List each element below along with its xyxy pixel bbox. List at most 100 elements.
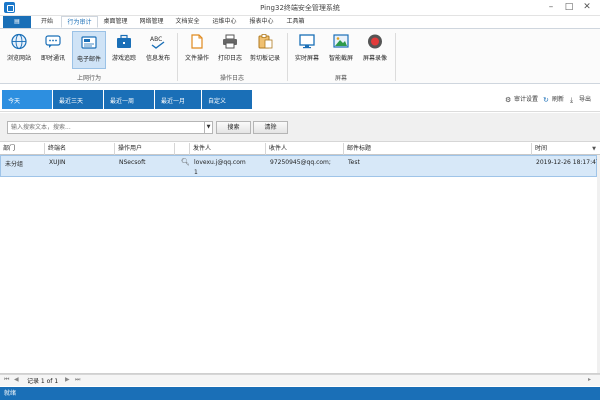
smart-screenshot-label: 智能截屏 — [328, 55, 353, 62]
browse-website-button[interactable]: 浏览网站 — [4, 31, 34, 69]
first-page-icon[interactable]: ⏮ — [4, 376, 9, 384]
file-operation-label: 文件操作 — [184, 55, 209, 62]
chevron-down-icon[interactable]: ▼ — [204, 121, 213, 134]
group-separator — [177, 33, 178, 81]
status-bar: 就绪 — [0, 387, 600, 400]
export-icon: ⤓ — [570, 96, 574, 104]
filter-last-week[interactable]: 最近一周 — [104, 90, 154, 109]
printer-icon — [223, 34, 237, 49]
settings-icon: ⚙ — [505, 96, 512, 104]
cell-terminal: XUJIN — [49, 159, 66, 166]
table-row[interactable]: 未分组 XUJIN NSecsoft 🔍︎ 1 lovexu.j@qq.com … — [0, 155, 600, 177]
tab-network-management[interactable]: 网络管理 — [135, 16, 168, 28]
tab-ops-center[interactable]: 运维中心 — [208, 16, 241, 28]
pager: ⏮ ◀ 记录 1 of 1 ▶ ⏭ ▸ — [0, 374, 600, 386]
tab-document-security[interactable]: 文档安全 — [171, 16, 204, 28]
info-publish-label: 信息发布 — [145, 55, 170, 62]
cell-recipient: 97250945@qq.com; — [270, 159, 331, 166]
info-publish-button[interactable]: ABC 信息发布 — [142, 31, 174, 69]
cell-subject: Test — [348, 159, 360, 166]
filter-last-month[interactable]: 最近一月 — [155, 90, 201, 109]
search-panel: ▼ 搜索 清除 — [0, 113, 600, 142]
tab-desktop-management[interactable]: 桌面管理 — [99, 16, 132, 28]
last-page-icon[interactable]: ⏭ — [75, 376, 80, 384]
export-button[interactable]: ⤓ 导出 — [570, 94, 591, 104]
refresh-label: 刷新 — [552, 96, 565, 103]
cell-time: 2019-12-26 18:17:47 — [536, 159, 600, 166]
window-title: Ping32终端安全管理系统 — [260, 4, 340, 12]
group-label-operation-log: 操作日志 — [219, 75, 244, 82]
column-header-sender[interactable]: 发件人 — [190, 143, 266, 155]
svg-text:ABC: ABC — [150, 36, 162, 43]
game-tracking-label: 游戏追踪 — [111, 55, 136, 62]
group-label-web-behavior: 上网行为 — [76, 75, 101, 82]
globe-icon — [11, 33, 27, 50]
record-icon — [368, 34, 382, 49]
filter-last-three-days[interactable]: 最近三天 — [53, 90, 103, 109]
column-header-time-label: 时间 — [535, 145, 548, 152]
filter-custom[interactable]: 自定义 — [202, 90, 252, 109]
email-button[interactable]: 电子邮件 — [72, 31, 106, 69]
cell-attach-count: 1 — [194, 169, 198, 176]
smart-screenshot-button[interactable]: 智能截屏 — [325, 31, 357, 69]
print-log-button[interactable]: 打印日志 — [215, 31, 245, 69]
scroll-right-icon[interactable]: ▸ — [588, 376, 591, 383]
print-log-label: 打印日志 — [217, 55, 242, 62]
tab-start[interactable]: 开始 — [34, 16, 60, 28]
column-header-user[interactable]: 操作用户 — [115, 143, 175, 155]
instant-messaging-label: 即时通讯 — [40, 55, 65, 62]
abc-icon: ABC — [150, 36, 165, 49]
file-icon — [191, 34, 203, 49]
clear-button[interactable]: 清除 — [253, 121, 288, 134]
live-screen-label: 实时屏幕 — [294, 55, 319, 62]
email-label: 电子邮件 — [76, 56, 101, 63]
screenshot-icon — [333, 34, 349, 48]
briefcase-icon — [117, 34, 131, 48]
file-operation-button[interactable]: 文件操作 — [181, 31, 213, 69]
cell-sender: lovexu.j@qq.com — [194, 159, 246, 166]
ribbon: 浏览网站 即时通讯 电子邮件 游戏追踪 ABC 信息发布 上网行为 文件操作 打… — [0, 28, 600, 84]
tab-toolbox[interactable]: 工具箱 — [282, 16, 309, 28]
screen-recording-button[interactable]: 屏幕录像 — [359, 31, 391, 69]
cell-dept: 未分组 — [5, 161, 24, 168]
clipboard-icon — [258, 34, 273, 49]
monitor-icon — [299, 34, 315, 49]
filter-today[interactable]: 今天 — [2, 90, 52, 109]
ribbon-tab-bar: ▤ 开始 行为审计 桌面管理 网络管理 文档安全 运维中心 报表中心 工具箱 — [0, 16, 600, 28]
close-icon[interactable]: ✕ — [579, 1, 595, 14]
tab-report-center[interactable]: 报表中心 — [245, 16, 278, 28]
email-log-table: 部门 终端名 操作用户 发件人 收件人 邮件标题 时间 ▼ 未分组 XUJIN … — [0, 143, 600, 374]
column-header-attachment[interactable] — [175, 143, 190, 155]
audit-settings-button[interactable]: ⚙ 审计设置 — [505, 94, 538, 104]
column-header-terminal[interactable]: 终端名 — [45, 143, 115, 155]
column-header-time[interactable]: 时间 ▼ — [532, 143, 600, 155]
status-text: 就绪 — [4, 390, 17, 397]
search-button[interactable]: 搜索 — [216, 121, 251, 134]
chat-icon — [45, 35, 61, 48]
audit-settings-label: 审计设置 — [514, 96, 539, 103]
clipboard-record-button[interactable]: 剪切板记录 — [247, 31, 283, 69]
minimize-icon[interactable]: – — [543, 1, 559, 14]
maximize-icon[interactable]: □ — [561, 1, 577, 14]
instant-messaging-button[interactable]: 即时通讯 — [36, 31, 70, 69]
column-header-recipient[interactable]: 收件人 — [266, 143, 344, 155]
live-screen-button[interactable]: 实时屏幕 — [291, 31, 323, 69]
table-header: 部门 终端名 操作用户 发件人 收件人 邮件标题 时间 ▼ — [0, 143, 600, 155]
prev-page-icon[interactable]: ◀ — [14, 376, 19, 383]
next-page-icon[interactable]: ▶ — [65, 376, 70, 383]
refresh-icon: ↻ — [543, 96, 549, 104]
file-menu-button[interactable]: ▤ — [3, 16, 31, 28]
refresh-button[interactable]: ↻ 刷新 — [543, 94, 564, 104]
game-tracking-button[interactable]: 游戏追踪 — [108, 31, 140, 69]
group-label-screen: 屏幕 — [334, 75, 347, 82]
column-header-dept[interactable]: 部门 — [0, 143, 45, 155]
date-filter-bar: 今天 最近三天 最近一周 最近一月 自定义 ⚙ 审计设置 ↻ 刷新 ⤓ 导出 — [0, 86, 600, 112]
search-attachment-icon: 🔍︎ — [181, 158, 190, 166]
screen-recording-label: 屏幕录像 — [362, 55, 387, 62]
browse-website-label: 浏览网站 — [6, 55, 31, 62]
clipboard-record-label: 剪切板记录 — [249, 55, 280, 62]
search-input[interactable] — [7, 121, 205, 134]
tab-behavior-audit[interactable]: 行为审计 — [61, 16, 98, 28]
column-header-subject[interactable]: 邮件标题 — [344, 143, 532, 155]
record-count: 记录 1 of 1 — [27, 378, 59, 385]
